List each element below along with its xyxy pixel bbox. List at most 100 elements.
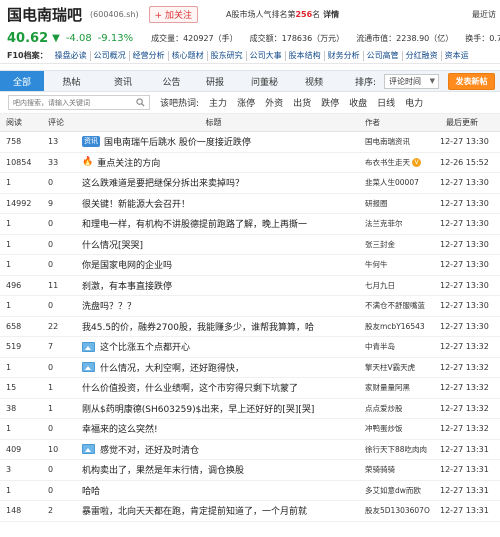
tab-reports[interactable]: 研报 (196, 71, 234, 91)
stock-name[interactable]: 国电南瑞吧 (7, 4, 82, 25)
post-author-cell: 荣骑骑骑 (365, 464, 440, 475)
post-title-link[interactable]: 我45.5的价，融券2700股，我能赚多少，谁帮我算算，哈 (82, 320, 314, 333)
post-title-link[interactable]: 暴雷啦，北向天天都在跑，肯定提前知道了，一个月前就 (82, 504, 307, 517)
post-title-link[interactable]: 什么价值投资，什么业绩啊，这个市穷得只剩下坑蒙了 (82, 381, 298, 394)
post-author-link[interactable]: 点点爱炒股 (365, 404, 403, 413)
rank-value: 256 (295, 9, 313, 19)
post-author-link[interactable]: 徐行天下88吃肉肉 (365, 445, 427, 454)
last-updated-time: 12-27 13:30 (440, 260, 489, 270)
last-updated-time: 12-27 13:30 (440, 301, 489, 311)
hot-word[interactable]: 涨停 (237, 96, 255, 109)
hot-word[interactable]: 主力 (209, 96, 227, 109)
post-title-link[interactable]: 这个比涨五个点都开心 (100, 340, 190, 353)
post-title-link[interactable]: 这么跌难道是要把继保分拆出来卖掉吗？ (82, 176, 244, 189)
table-row: 409 10 感觉不对，还好及时清仓 徐行天下88吃肉肉 12-27 13:31 (0, 440, 500, 460)
f10-link[interactable]: 股东研究 (208, 50, 247, 61)
post-author-link[interactable]: 中青半岛 (365, 342, 395, 351)
hot-word[interactable]: 出货 (293, 96, 311, 109)
image-icon (82, 362, 95, 373)
post-author-cell: 布衣书生走天 V (365, 157, 440, 168)
post-author-cell: 法兰克菲尔 (365, 218, 440, 229)
hot-word[interactable]: 跌停 (321, 96, 339, 109)
search-icon[interactable] (133, 98, 147, 107)
post-title-link[interactable]: 哈哈 (82, 484, 100, 497)
table-row: 519 7 这个比涨五个点都开心 中青半岛 12-27 13:32 (0, 337, 500, 358)
table-row: 38 1 刚从$药明康德(SH603259)$出来，早上还好好的[哭][哭] 点点爱炒… (0, 399, 500, 419)
post-title-link[interactable]: 什么情况，大利空啊，还好跑得快， (100, 361, 244, 374)
tab-ask-secretary[interactable]: 问董秘 (234, 71, 295, 91)
tab-hot[interactable]: 热帖 (44, 71, 99, 91)
tab-videos[interactable]: 视频 (295, 71, 333, 91)
post-title-link[interactable]: 洗盘吗？？？ (82, 299, 136, 312)
post-author-link[interactable]: 荣骑骑骑 (365, 465, 395, 474)
f10-link[interactable]: 公司大事 (247, 50, 286, 61)
follow-button[interactable]: + 加关注 (148, 5, 198, 23)
post-title-cell: 刹激，有本事直接跌停 (82, 279, 365, 292)
comment-count: 0 (48, 260, 54, 270)
rank-detail-link[interactable]: 详情 (323, 10, 339, 19)
post-title-cell: 感觉不对，还好及时清仓 (82, 443, 365, 456)
read-count: 38 (6, 403, 17, 413)
post-author-link[interactable]: 法兰克菲尔 (365, 219, 403, 228)
col-header-title: 标题 (205, 118, 222, 127)
post-author-link[interactable]: 冲鸭蛋炒饭 (365, 424, 403, 433)
post-title-link[interactable]: 感觉不对，还好及时清仓 (100, 443, 199, 456)
f10-link[interactable]: 公司概况 (91, 50, 130, 61)
tab-news[interactable]: 资讯 (99, 71, 147, 91)
last-updated-time: 12-27 13:30 (440, 178, 489, 188)
post-author-link[interactable]: 擎天柱V霸天虎 (365, 363, 415, 372)
hot-word[interactable]: 日线 (377, 96, 395, 109)
post-title-cell: 机构卖出了，果然是年末行情，调仓换股 (82, 463, 365, 476)
post-author-link[interactable]: 张三封金 (365, 240, 395, 249)
post-author-link[interactable]: 韭菜人生00007 (365, 178, 419, 187)
post-title-link[interactable]: 刹激，有本事直接跌停 (82, 279, 172, 292)
image-icon (82, 341, 95, 352)
post-author-link[interactable]: 牛何牛 (365, 260, 388, 269)
f10-link[interactable]: 操盘必读 (52, 50, 91, 61)
f10-link[interactable]: 经营分析 (130, 50, 169, 61)
post-author-link[interactable]: 布衣书生走天 (365, 158, 410, 167)
post-title-link[interactable]: 刚从$药明康德(SH603259)$出来，早上还好好的[哭][哭] (82, 402, 314, 415)
post-author-link[interactable]: 家财量量阿黑 (365, 383, 410, 392)
read-count: 148 (6, 506, 22, 516)
hot-word[interactable]: 收盘 (349, 96, 367, 109)
post-title-link[interactable]: 国电南瑞午后跳水 股价一度接近跌停 (104, 135, 251, 148)
search-input[interactable] (9, 96, 133, 109)
tab-all[interactable]: 全部 (0, 71, 44, 91)
new-post-button[interactable]: 发表新帖 (448, 73, 495, 90)
read-count: 15 (6, 383, 17, 393)
sort-selected-value: 评论时间 (389, 77, 421, 86)
post-title-link[interactable]: 很关键！新能源大会召开！ (82, 197, 190, 210)
hot-word[interactable]: 外资 (265, 96, 283, 109)
f10-link[interactable]: 核心题材 (169, 50, 208, 61)
post-author-link[interactable]: 股友mcbY16543 (365, 322, 425, 331)
post-author-link[interactable]: 多艾如意dw而欧 (365, 486, 421, 495)
post-title-link[interactable]: 和理电一样，有机构不讲股德提前跑路了解，晚上再撕一 (82, 217, 307, 230)
read-count: 1 (6, 301, 12, 311)
f10-link[interactable]: 财务分析 (325, 50, 364, 61)
post-author-link[interactable]: 不满仓不舒服嘴蓝 (365, 301, 425, 310)
sort-select[interactable]: 评论时间 ▼ (384, 74, 439, 89)
hot-word[interactable]: 电力 (405, 96, 423, 109)
image-icon (82, 444, 95, 455)
f10-link[interactable]: 公司高管 (364, 50, 403, 61)
last-updated-time: 12-27 13:30 (440, 198, 489, 208)
post-title-link[interactable]: 机构卖出了，果然是年末行情，调仓换股 (82, 463, 244, 476)
post-author-link[interactable]: 七月九日 (365, 281, 395, 290)
post-author-link[interactable]: 股友5D1303607O (365, 506, 430, 515)
f10-link[interactable]: 分红融资 (403, 50, 442, 61)
post-title-link[interactable]: 重点关注的方向 (97, 156, 160, 169)
table-row: 1 0 什么情况[哭哭] 张三封金 12-27 13:30 (0, 235, 500, 255)
post-author-cell: 七月九日 (365, 280, 440, 291)
post-title-link[interactable]: 你是国家电网的企业吗 (82, 258, 172, 271)
tab-announcements[interactable]: 公告 (147, 71, 196, 91)
read-count: 1 (6, 485, 12, 495)
f10-link[interactable]: 股本结构 (286, 50, 325, 61)
post-title-link[interactable]: 什么情况[哭哭] (82, 238, 143, 251)
col-header-comments: 评论 (48, 118, 64, 127)
post-author-link[interactable]: 国电南瑞资讯 (365, 137, 410, 146)
post-author-link[interactable]: 研报圈 (365, 199, 388, 208)
f10-link[interactable]: 资本运 (442, 51, 472, 61)
recent-visits-label[interactable]: 最近访 (472, 9, 496, 20)
post-title-link[interactable]: 幸福来的这么突然! (82, 422, 158, 435)
